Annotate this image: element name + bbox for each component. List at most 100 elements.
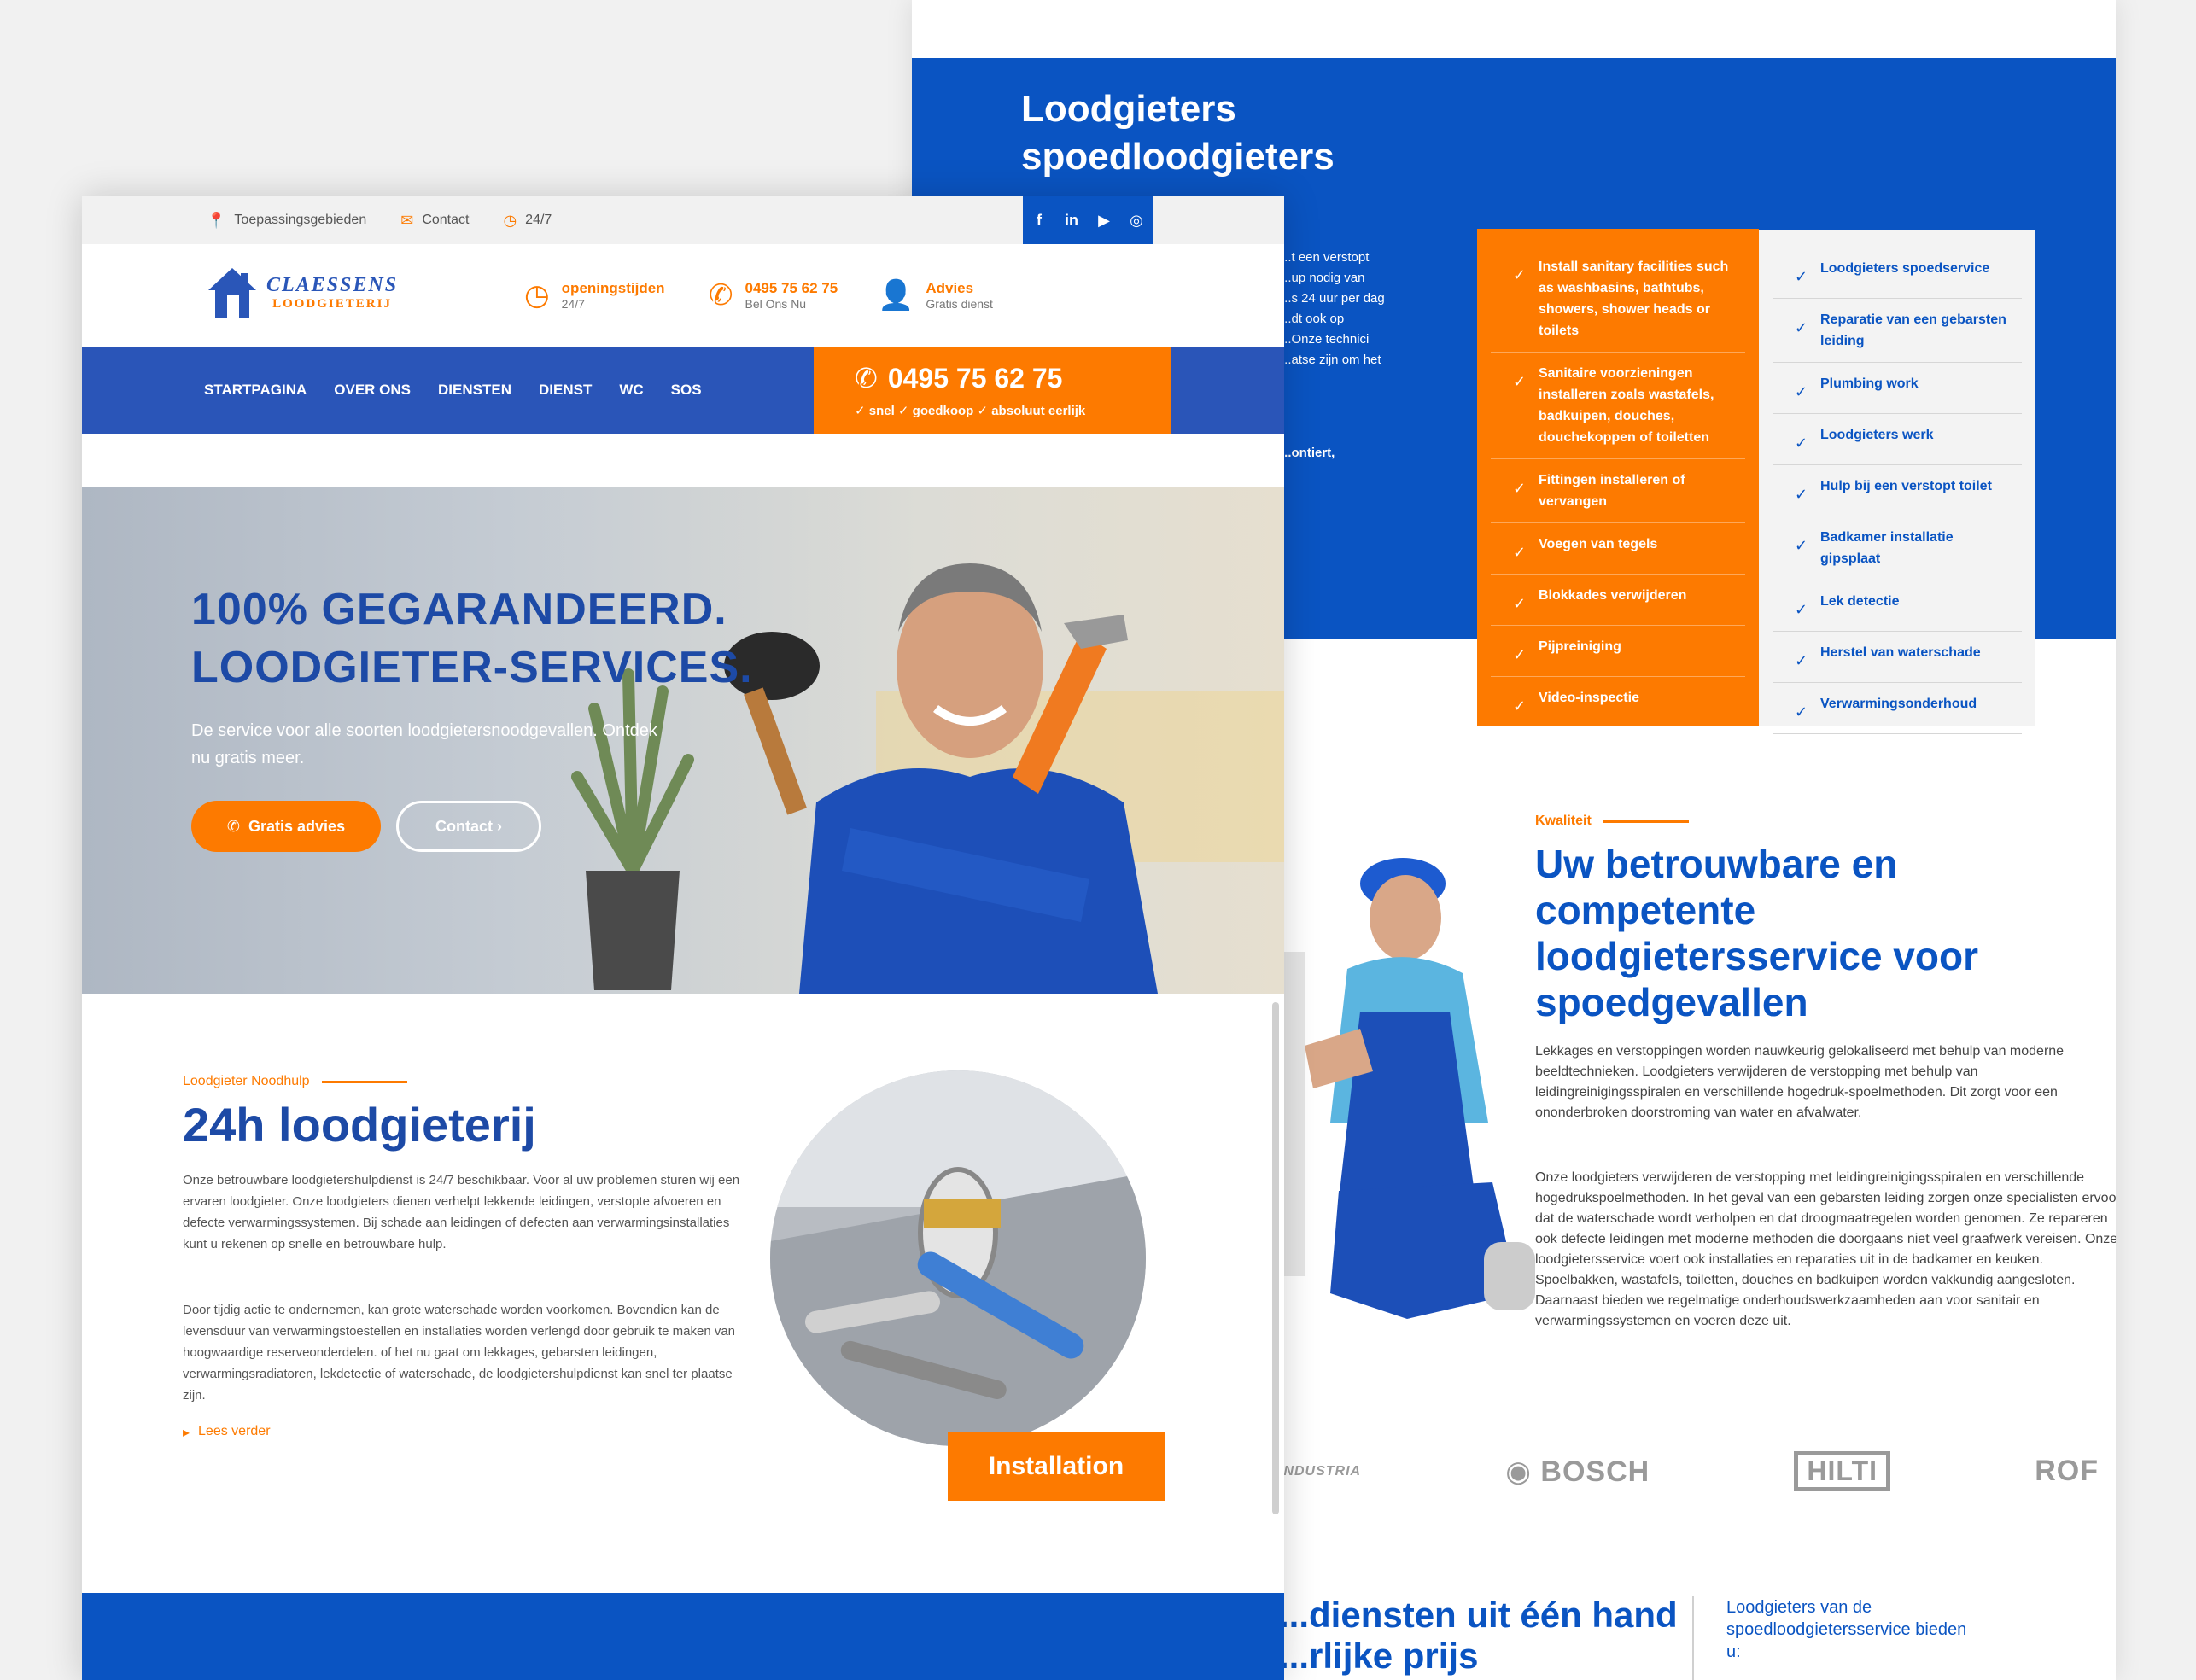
check-icon: ✓ bbox=[1795, 319, 1808, 336]
service-grey-label: Loodgieters spoedservice bbox=[1820, 261, 1990, 276]
check-icon: ✓ bbox=[1513, 646, 1527, 663]
bottom-section-intro: Loodgieters van de spoedloodgietersservi… bbox=[1726, 1598, 1967, 1661]
hero-title: 100% GEGARANDEERD. LOODGIETER-SERVICES. bbox=[191, 585, 753, 692]
topbar-contact-link[interactable]: ✉ Contact bbox=[400, 212, 469, 230]
nav-diensten[interactable]: DIENSTEN bbox=[438, 382, 511, 399]
linkedin-icon[interactable]: in bbox=[1061, 210, 1082, 230]
service-grey-label: Plumbing work bbox=[1820, 376, 1919, 391]
service-grey-item: ✓ Herstel van waterschade bbox=[1773, 632, 2022, 683]
service-grey-item: ✓ Loodgieters spoedservice bbox=[1773, 248, 2022, 299]
services-list-orange: ✓ Install sanitary facilities such as was… bbox=[1477, 229, 1759, 728]
contact-button[interactable]: Contact › bbox=[396, 801, 541, 852]
nav-sos[interactable]: SOS bbox=[671, 382, 702, 399]
quality-label: Kwaliteit bbox=[1535, 814, 1689, 829]
check-icon: ✓ bbox=[1513, 373, 1527, 390]
section-paragraph-1: Onze betrouwbare loodgietershulpdienst i… bbox=[183, 1173, 740, 1251]
header-hours: ◷ openingstijden 24/7 bbox=[524, 279, 665, 312]
header-advice[interactable]: 👤 Advies Gratis dienst bbox=[878, 278, 993, 312]
brand-logo-industria: INDUSTRIA bbox=[1279, 1463, 1362, 1479]
check-icon: ✓ bbox=[1795, 703, 1808, 720]
nav-startpagina[interactable]: STARTPAGINA bbox=[204, 382, 307, 399]
house-logo-icon bbox=[208, 268, 256, 318]
instagram-icon[interactable]: ◎ bbox=[1126, 210, 1147, 230]
divider bbox=[1692, 1596, 1694, 1680]
topbar-hours: ◷ 24/7 bbox=[503, 211, 552, 229]
hero-section: 100% GEGARANDEERD. LOODGIETER-SERVICES. … bbox=[82, 487, 1284, 994]
nav-wc[interactable]: WC bbox=[619, 382, 643, 399]
brand-logos: INDUSTRIA ◉ BOSCH HILTI ROF bbox=[1279, 1451, 2099, 1491]
quality-paragraph-2: Onze loodgieters verwijderen de verstopp… bbox=[1535, 1170, 2116, 1328]
service-grey-label: Reparatie van een gebarsten leiding bbox=[1820, 312, 2006, 348]
service-orange-label: Voegen van tegels bbox=[1539, 537, 1658, 551]
site-logo[interactable]: CLAESSENS LOODGIETERIJ bbox=[207, 266, 398, 319]
clock-icon: ◷ bbox=[503, 211, 517, 229]
service-orange-item: ✓ Pijpreiniging bbox=[1491, 626, 1745, 677]
check-icon: ✓ bbox=[1513, 544, 1527, 561]
hero-subtitle: De service voor alle soorten loodgieters… bbox=[191, 721, 657, 767]
nav-phone-box[interactable]: ✆ 0495 75 62 75 ✓ snel ✓ goedkoop ✓ absol… bbox=[814, 347, 1171, 434]
service-orange-item: ✓ Fittingen installeren of vervangen bbox=[1491, 459, 1745, 523]
installation-badge[interactable]: Installation bbox=[948, 1432, 1165, 1501]
check-icon: ✓ bbox=[1795, 537, 1808, 554]
check-icon: ✓ bbox=[1513, 266, 1527, 283]
service-orange-label: Sanitaire voorzieningen installeren zoal… bbox=[1539, 366, 1714, 445]
mail-icon: ✉ bbox=[400, 211, 414, 229]
check-icon: ✓ bbox=[1513, 697, 1527, 715]
brand-logo-bosch: ◉ BOSCH bbox=[1505, 1455, 1650, 1488]
phone-icon: ✆ bbox=[709, 279, 733, 312]
section-title: 24h loodgieterij bbox=[183, 1098, 536, 1152]
service-grey-item: ✓ Lek detectie bbox=[1773, 580, 2022, 632]
service-grey-label: Lek detectie bbox=[1820, 594, 1900, 609]
service-orange-item: ✓ Sanitaire voorzieningen installeren zoa… bbox=[1491, 353, 1745, 459]
service-grey-item: ✓ Hulp bij een verstopt toilet bbox=[1773, 465, 2022, 516]
service-grey-label: Hulp bij een verstopt toilet bbox=[1820, 479, 1992, 493]
social-links: f in ▶ ◎ bbox=[1023, 196, 1153, 244]
header-phone[interactable]: ✆ 0495 75 62 75 Bel Ons Nu bbox=[709, 278, 838, 312]
service-grey-label: Verwarmingsonderhoud bbox=[1820, 697, 1977, 711]
service-grey-label: Herstel van waterschade bbox=[1820, 645, 1981, 660]
main-nav: STARTPAGINA OVER ONS DIENSTEN DIENST WC … bbox=[82, 347, 1284, 434]
footer-blue-band bbox=[82, 1593, 1284, 1680]
site-header: CLAESSENS LOODGIETERIJ ◷ openingstijden 2… bbox=[82, 244, 1284, 347]
service-grey-item: ✓ Badkamer installatie gipsplaat bbox=[1773, 516, 2022, 580]
phone-icon: ✆ bbox=[855, 363, 878, 394]
service-orange-label: Fittingen installeren of vervangen bbox=[1539, 473, 1685, 509]
nav-over-ons[interactable]: OVER ONS bbox=[334, 382, 411, 399]
quality-paragraph-1: Lekkages en verstoppingen worden nauwkeu… bbox=[1535, 1044, 2065, 1120]
service-grey-item: ✓ Verwarmingsonderhoud bbox=[1773, 683, 2022, 734]
map-pin-icon: 📍 bbox=[207, 211, 226, 229]
kneeling-plumber-image bbox=[1279, 858, 1535, 1319]
front-page-preview: 📍 Toepassingsgebieden ✉ Contact ◷ 24/7 f… bbox=[82, 196, 1284, 1680]
plumber-hero-image bbox=[724, 563, 1158, 994]
facebook-icon[interactable]: f bbox=[1029, 210, 1049, 230]
arrow-right-icon: ▸ bbox=[183, 1426, 190, 1440]
read-more-link[interactable]: ▸ Lees verder bbox=[183, 1424, 271, 1441]
section-label: Loodgieter Noodhulp bbox=[183, 1074, 407, 1089]
service-orange-label: Install sanitary facilities such as wash… bbox=[1539, 260, 1729, 338]
services-list-grey: ✓ Loodgieters spoedservice ✓ Reparatie van … bbox=[1759, 230, 2035, 734]
service-grey-label: Badkamer installatie gipsplaat bbox=[1820, 530, 1954, 566]
phone-icon: ✆ bbox=[226, 817, 241, 835]
scrollbar[interactable] bbox=[1272, 1002, 1279, 1514]
section-paragraph-2: Door tijdig actie te ondernemen, kan gro… bbox=[183, 1303, 736, 1403]
check-icon: ✓ bbox=[1795, 383, 1808, 400]
check-icon: ✓ bbox=[1795, 268, 1808, 285]
free-advice-button[interactable]: ✆ Gratis advies bbox=[191, 801, 381, 852]
service-orange-item: ✓ Blokkades verwijderen bbox=[1491, 575, 1745, 626]
services-section-text-bold: ...ontiert, bbox=[1281, 446, 1335, 460]
quality-title: Uw betrouwbare en competente loodgieters… bbox=[1535, 842, 1978, 1024]
nav-dienst[interactable]: DIENST bbox=[539, 382, 592, 399]
topbar-areas-link[interactable]: 📍 Toepassingsgebieden bbox=[207, 212, 366, 230]
service-grey-item: ✓ Loodgieters werk bbox=[1773, 414, 2022, 465]
bottom-section-title: ...diensten uit één hand ...rlijke prijs bbox=[1279, 1595, 1678, 1676]
services-section-text: ...t een verstopt ...up nodig van ...s 2… bbox=[1281, 250, 1385, 367]
user-icon: 👤 bbox=[878, 279, 914, 312]
service-grey-item: ✓ Plumbing work bbox=[1773, 363, 2022, 414]
service-grey-item: ✓ Reparatie van een gebarsten leiding bbox=[1773, 299, 2022, 363]
youtube-icon[interactable]: ▶ bbox=[1094, 210, 1114, 230]
check-icon: ✓ bbox=[1795, 601, 1808, 618]
service-orange-item: ✓ Voegen van tegels bbox=[1491, 523, 1745, 575]
clock-icon: ◷ bbox=[524, 279, 550, 312]
brand-logo-rof: ROF bbox=[2035, 1455, 2099, 1487]
brand-logo-hilti: HILTI bbox=[1794, 1451, 1891, 1491]
